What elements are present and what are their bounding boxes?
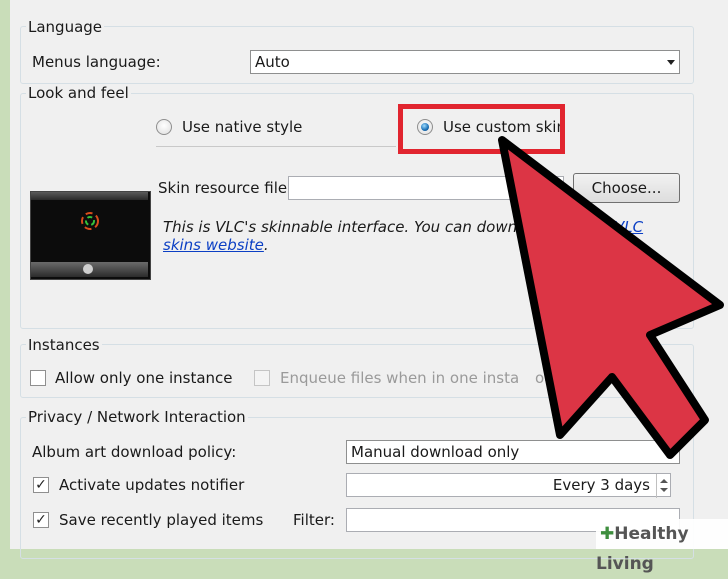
- healthy-living-watermark: ✚Healthy Living: [596, 519, 728, 574]
- skin-info-end: .: [263, 236, 269, 254]
- arrow-down-icon: [660, 488, 668, 492]
- look-and-feel-title: Look and feel: [26, 84, 131, 102]
- instances-title: Instances: [26, 336, 102, 354]
- filter-label: Filter:: [293, 511, 335, 529]
- divider: [156, 146, 396, 147]
- update-interval-spinbox[interactable]: Every 3 days: [346, 473, 671, 498]
- menus-language-value: Auto: [255, 53, 290, 71]
- album-art-label: Album art download policy:: [32, 443, 237, 461]
- language-group-title: Language: [26, 18, 105, 36]
- update-interval-value: Every 3 days: [552, 476, 650, 494]
- skin-file-label: Skin resource file:: [158, 179, 293, 197]
- save-recent-checkbox[interactable]: ✓: [33, 512, 49, 528]
- pointer-arrow-icon: [498, 136, 724, 459]
- updates-notifier-checkbox[interactable]: ✓: [33, 477, 49, 493]
- native-style-label[interactable]: Use native style: [182, 118, 302, 136]
- skin-preview-image: [30, 191, 151, 280]
- native-style-radio[interactable]: [156, 119, 172, 135]
- save-recent-label[interactable]: Save recently played items: [59, 511, 263, 529]
- updates-notifier-label[interactable]: Activate updates notifier: [59, 476, 244, 494]
- preview-play-button: [83, 264, 93, 274]
- preview-controls: [31, 262, 148, 277]
- arrow-up-icon: [660, 479, 668, 483]
- menus-language-select[interactable]: Auto: [250, 50, 680, 74]
- skin-info-line2: skins website.: [163, 236, 269, 254]
- vlc-swirl-icon: [81, 212, 99, 230]
- chevron-down-icon: [667, 60, 675, 65]
- enqueue-files-checkbox: [254, 370, 270, 386]
- privacy-title: Privacy / Network Interaction: [26, 408, 248, 426]
- vlc-skins-link-part2[interactable]: skins website: [163, 236, 264, 254]
- spin-buttons[interactable]: [656, 474, 670, 498]
- allow-one-instance-label[interactable]: Allow only one instance: [55, 369, 233, 387]
- skin-info-text: This is VLC's skinnable interface. You c…: [163, 218, 530, 236]
- preview-titlebar: [31, 192, 148, 200]
- menus-language-label: Menus language:: [32, 53, 161, 71]
- leaf-logo-icon: ✚: [600, 524, 615, 544]
- allow-one-instance-checkbox[interactable]: [30, 370, 46, 386]
- skin-info-body: This is VLC's skinnable interface. You c…: [163, 218, 531, 236]
